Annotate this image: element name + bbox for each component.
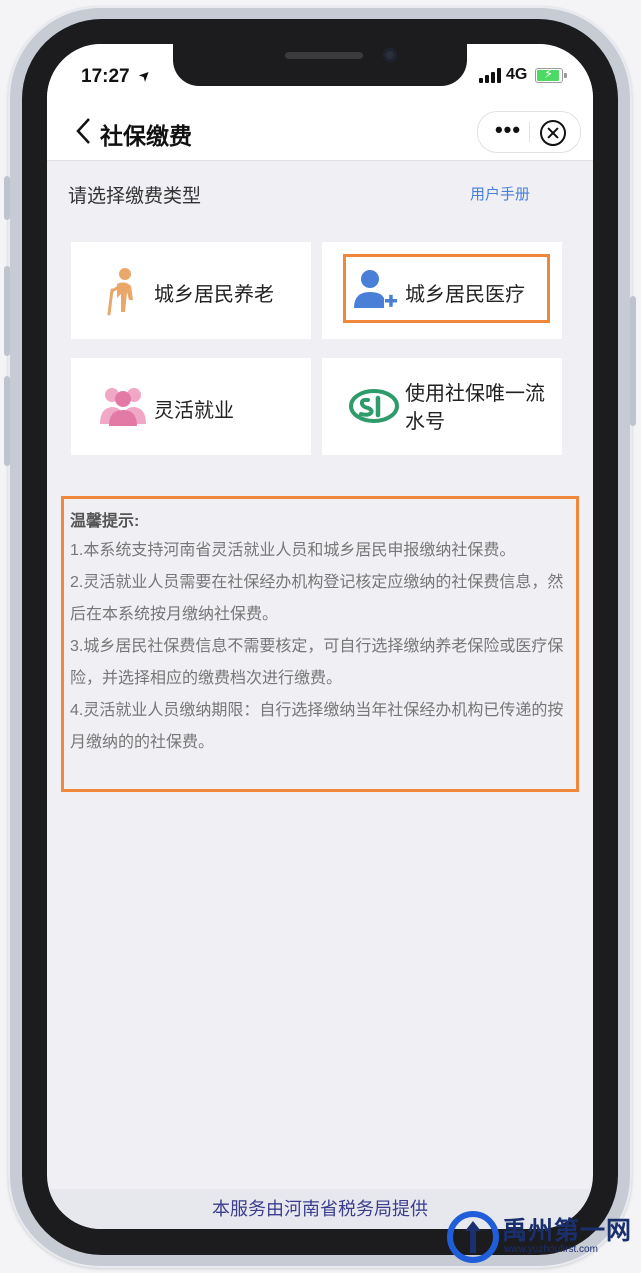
tile-label: 城乡居民养老 [154, 284, 274, 306]
tips-item: 2.灵活就业人员需要在社保经办机构登记核定应缴纳的社保费信息，然后在本系统按月缴… [70, 574, 564, 623]
watermark: 禹州第一网 www.yuzhoufirst.com [444, 1205, 634, 1267]
volume-up-button [4, 266, 10, 356]
watermark-brand: 禹州第一网 [502, 1217, 633, 1245]
back-arrow-icon[interactable] [73, 116, 95, 146]
tips-item: 1.本系统支持河南省灵活就业人员和城乡居民申报缴纳社保费。 [70, 542, 516, 559]
mini-program-capsule: ••• [477, 111, 581, 153]
status-time: 17:27 [81, 66, 130, 87]
user-manual-link[interactable]: 用户手册 [470, 183, 530, 204]
signal-bars-icon [479, 68, 501, 83]
tips-title: 温馨提示: [70, 513, 140, 530]
more-menu-button[interactable]: ••• [490, 114, 526, 150]
tips-box: 温馨提示: 1.本系统支持河南省灵活就业人员和城乡居民申报缴纳社保费。 2.灵活… [61, 496, 579, 792]
tile-flexible-employment[interactable]: 灵活就业 [71, 358, 311, 455]
highlight-box [343, 254, 550, 323]
close-icon[interactable] [540, 120, 566, 146]
network-type: 4G [506, 66, 528, 83]
watermark-url: www.yuzhoufirst.com [504, 1244, 598, 1255]
volume-down-button [4, 376, 10, 466]
tile-serial-number[interactable]: 使用社保唯一流水号 [322, 358, 562, 455]
power-button [630, 296, 636, 426]
social-insurance-logo-icon [349, 389, 399, 423]
location-arrow-icon: ➤ [134, 65, 155, 85]
phone-screen: 17:27 ➤ 4G ⚡ 社保缴费 ••• 请选择缴费类型 用户手册 城乡居民养… [47, 44, 593, 1229]
page-title: 社保缴费 [100, 123, 192, 149]
site-logo-icon [447, 1211, 499, 1263]
mute-switch [4, 176, 10, 220]
nav-bar: 社保缴费 ••• [47, 104, 593, 161]
tips-item: 3.城乡居民社保费信息不需要核定，可自行选择缴纳养老保险或医疗保险，并选择相应的… [70, 638, 564, 687]
capsule-divider [529, 122, 530, 142]
tile-label: 使用社保唯一流水号 [405, 383, 545, 433]
tips-item: 4.灵活就业人员缴纳期限：自行选择缴纳当年社保经办机构已传递的按月缴纳的的社保费… [70, 702, 564, 751]
notch [173, 44, 467, 86]
front-camera [383, 48, 397, 62]
section-label: 请选择缴费类型 [68, 186, 202, 207]
elderly-person-icon [107, 268, 133, 316]
speaker [285, 52, 363, 59]
tile-label: 灵活就业 [154, 400, 234, 422]
battery-charging-icon: ⚡ [535, 66, 567, 83]
people-group-icon [100, 388, 146, 426]
tile-rural-pension[interactable]: 城乡居民养老 [71, 242, 311, 339]
